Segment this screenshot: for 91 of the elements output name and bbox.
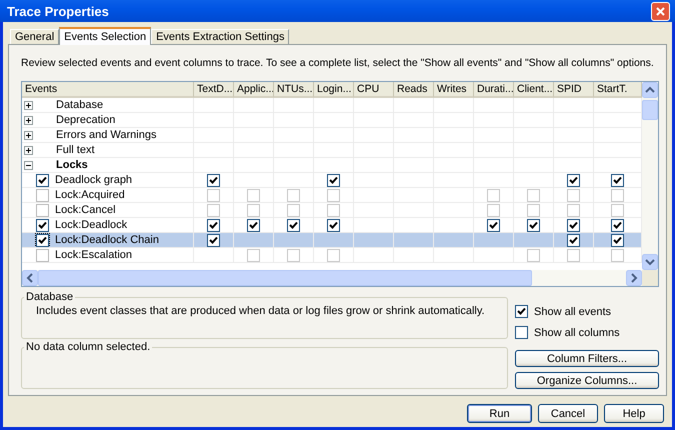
scroll-down-icon[interactable]	[642, 254, 658, 270]
category-label[interactable]: Deprecation	[56, 114, 116, 126]
expand-icon[interactable]	[24, 116, 33, 124]
checkbox[interactable]	[611, 218, 624, 232]
window-title: Trace Properties	[7, 4, 109, 18]
scroll-right-icon[interactable]	[626, 270, 642, 286]
checkbox[interactable]	[515, 305, 528, 318]
tab[interactable]: Events Extraction Settings	[151, 29, 290, 44]
category-label[interactable]: Database	[56, 99, 104, 111]
table-cell	[394, 233, 434, 248]
expand-icon[interactable]	[24, 146, 33, 154]
column-header[interactable]: Login...	[314, 82, 354, 98]
dialog-button[interactable]: Help	[604, 404, 664, 423]
checkbox[interactable]	[611, 234, 624, 246]
checkbox[interactable]	[567, 174, 580, 186]
dialog-button[interactable]: Cancel	[538, 404, 598, 423]
checkbox[interactable]	[611, 174, 624, 186]
checkbox[interactable]	[247, 218, 260, 232]
table-cell	[434, 98, 474, 113]
table-cell	[434, 233, 474, 248]
checkbox[interactable]	[207, 234, 220, 246]
checkbox[interactable]	[327, 218, 340, 232]
event-label: Lock:Deadlock	[55, 219, 128, 231]
table-cell	[354, 98, 394, 113]
tab[interactable]: Events Selection	[59, 27, 152, 45]
category-label[interactable]: Errors and Warnings	[56, 129, 156, 141]
group-title: No data column selected.	[25, 341, 152, 353]
checkbox[interactable]	[36, 174, 49, 186]
checkbox[interactable]	[287, 218, 300, 232]
event-label: Deadlock graph	[55, 174, 132, 186]
event-label: Lock:Deadlock Chain	[55, 234, 159, 246]
column-header[interactable]: Writes	[434, 82, 474, 98]
scroll-left-icon[interactable]	[22, 270, 38, 286]
tab[interactable]: General	[10, 29, 60, 44]
table-cell	[274, 98, 314, 113]
column-header[interactable]: StartT.	[594, 82, 642, 98]
scroll-thumb[interactable]	[642, 100, 658, 120]
column-header[interactable]: SPID	[554, 82, 594, 98]
table-cell	[474, 98, 514, 113]
horizontal-scrollbar[interactable]	[22, 270, 658, 286]
table-cell	[234, 98, 274, 113]
category-label[interactable]: Full text	[56, 144, 95, 156]
dialog-button[interactable]: Organize Columns...	[515, 372, 659, 389]
checkbox[interactable]	[36, 248, 49, 262]
checkbox-label[interactable]: Show all columns	[534, 326, 620, 338]
checkbox[interactable]	[36, 204, 49, 216]
close-icon	[656, 6, 665, 16]
event-label: Lock:Escalation	[55, 249, 132, 261]
scroll-thumb[interactable]	[38, 270, 532, 286]
table-cell	[554, 98, 594, 113]
column-header[interactable]: NTUs...	[274, 82, 314, 98]
table-cell	[314, 98, 354, 113]
table-cell	[434, 248, 474, 263]
description-text: Review selected events and event columns to trace. To see a complete list, select the "Show all events" and "Show all columns" options.	[21, 57, 655, 69]
checkbox[interactable]	[567, 218, 580, 232]
column-header[interactable]: Durati...	[474, 82, 514, 98]
vertical-scrollbar[interactable]	[642, 82, 658, 270]
checkbox[interactable]	[36, 188, 49, 202]
dialog-button[interactable]: Run	[467, 404, 532, 423]
checkbox[interactable]	[36, 218, 49, 232]
checkbox[interactable]	[487, 218, 500, 232]
collapse-icon[interactable]	[24, 160, 33, 170]
column-header[interactable]: Applic...	[234, 82, 274, 98]
checkbox[interactable]	[36, 234, 49, 246]
event-description: Includes event classes that are produced when data or log files grow or shrink automatically.	[36, 305, 486, 317]
table-cell	[514, 98, 554, 113]
checkbox[interactable]	[207, 174, 220, 186]
category-label[interactable]: Locks	[56, 159, 88, 171]
checkbox[interactable]	[527, 218, 540, 232]
expand-icon[interactable]	[24, 130, 33, 140]
column-header[interactable]: CPU	[354, 82, 394, 98]
table-cell	[354, 233, 394, 248]
column-header[interactable]: Client...	[514, 82, 554, 98]
checkbox[interactable]	[207, 218, 220, 232]
expand-icon[interactable]	[24, 100, 33, 110]
event-label: Lock:Cancel	[55, 204, 116, 216]
column-header[interactable]: TextD...	[194, 82, 234, 98]
checkbox[interactable]	[327, 174, 340, 186]
checkbox[interactable]	[515, 326, 528, 339]
scrollbar-corner	[642, 270, 658, 286]
table-cell	[394, 98, 434, 113]
checkbox[interactable]	[567, 234, 580, 246]
close-button[interactable]	[651, 2, 670, 20]
group-title: Database	[25, 291, 74, 303]
dialog-button[interactable]: Column Filters...	[515, 350, 659, 367]
scroll-up-icon[interactable]	[642, 82, 658, 98]
table-cell	[394, 248, 434, 263]
column-header[interactable]: Events	[22, 82, 194, 98]
event-label: Lock:Acquired	[55, 189, 125, 201]
column-header[interactable]: Reads	[394, 82, 434, 98]
checkbox-label[interactable]: Show all events	[534, 306, 612, 318]
